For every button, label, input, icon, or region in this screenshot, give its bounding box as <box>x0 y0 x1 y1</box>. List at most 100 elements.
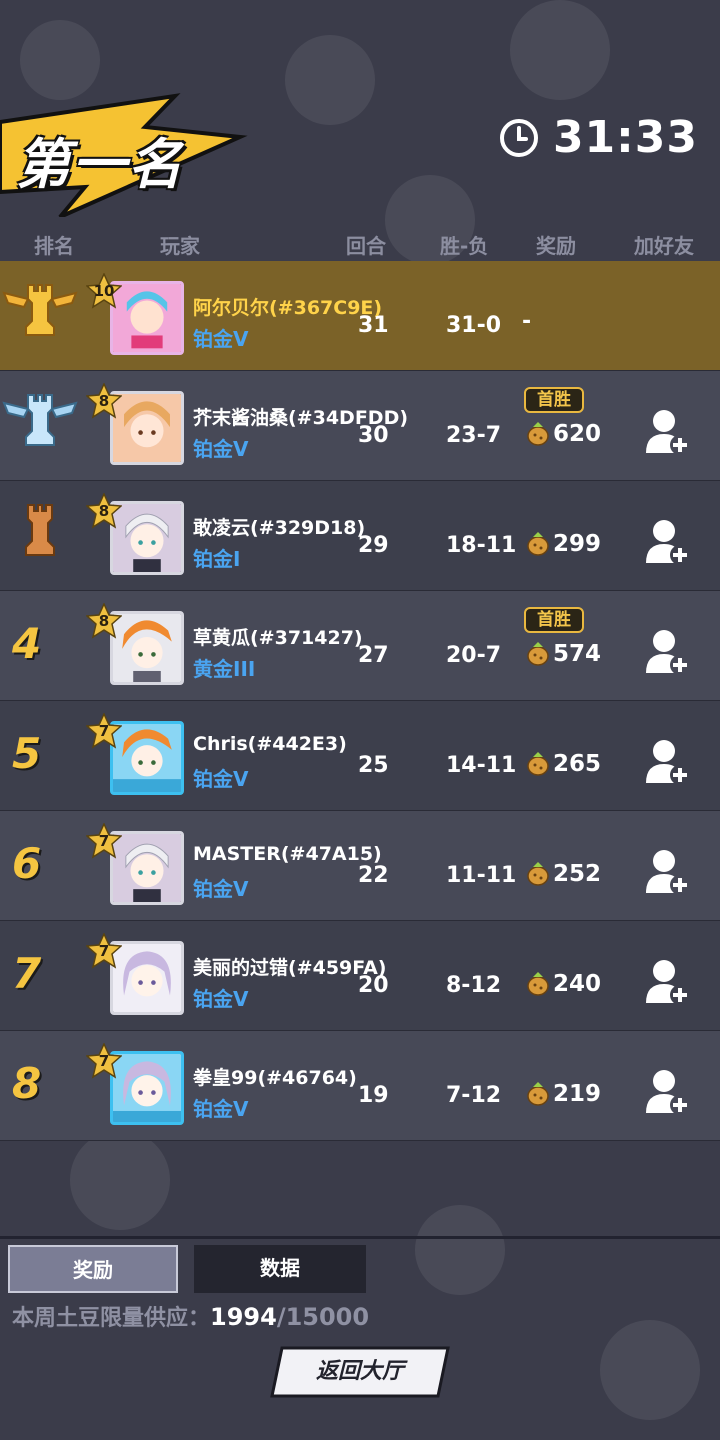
supply-current: 1994 <box>210 1303 277 1331</box>
level-badge: 7 <box>85 932 123 969</box>
col-rank: 排名 <box>34 234 74 258</box>
potato-coin-icon <box>527 862 549 886</box>
rounds-value: 27 <box>358 643 389 668</box>
add-friend-icon[interactable] <box>644 737 692 787</box>
col-winloss: 胜-负 <box>440 234 489 258</box>
leaderboard-list: 10 阿尔贝尔(#367C9E) 铂金V 31 31-0 - 8 芥末酱油桑(#… <box>0 261 720 1141</box>
placement-title: 第一名 <box>16 133 184 196</box>
add-friend-icon[interactable] <box>644 1067 692 1117</box>
table-row[interactable]: 10 阿尔贝尔(#367C9E) 铂金V 31 31-0 - <box>0 261 720 371</box>
col-reward: 奖励 <box>536 234 576 258</box>
reward: 252 <box>525 861 601 887</box>
potato-coin-icon <box>527 422 549 446</box>
rank-number: 5 <box>12 729 42 778</box>
col-rounds: 回合 <box>346 234 386 258</box>
tab-data[interactable]: 数据 <box>194 1245 366 1293</box>
player-tier: 铂金V <box>193 437 249 461</box>
rounds-value: 25 <box>358 753 389 778</box>
rounds-value: 19 <box>358 1083 389 1108</box>
player-tier: 铂金V <box>193 877 249 901</box>
table-row[interactable]: 8 敢凌云(#329D18) 铂金I 29 18-11 299 <box>0 481 720 591</box>
table-row[interactable]: 5 7 Chris(#442E3) 铂金V 25 14-11 265 <box>0 701 720 811</box>
timer: 31:33 <box>499 112 698 163</box>
silver-rook-icon <box>2 394 78 446</box>
potato-coin-icon <box>527 532 549 556</box>
rank-number: 4 <box>12 619 42 668</box>
level-badge: 10 <box>85 272 123 309</box>
reward: 574 <box>525 641 601 667</box>
reward-value: - <box>522 309 532 334</box>
player-tier: 铂金V <box>193 767 249 791</box>
reward-value: 252 <box>553 861 602 887</box>
rounds-value: 29 <box>358 533 389 558</box>
winloss-value: 18-11 <box>446 533 517 558</box>
level-badge: 7 <box>85 1042 123 1079</box>
winloss-value: 8-12 <box>446 973 502 998</box>
table-row[interactable]: 8 芥末酱油桑(#34DFDD) 铂金V 30 23-7 首胜 620 <box>0 371 720 481</box>
bronze-rook-icon <box>25 504 55 556</box>
player-tier: 铂金V <box>193 327 249 351</box>
rounds-value: 20 <box>358 973 389 998</box>
reward-value: 219 <box>553 1081 602 1107</box>
player-name[interactable]: 草黄瓜(#371427) <box>193 623 363 650</box>
winloss-value: 20-7 <box>446 643 502 668</box>
weekly-supply: 本周土豆限量供应：1994/15000 <box>12 1300 369 1332</box>
add-friend-icon[interactable] <box>644 847 692 897</box>
tab-reward[interactable]: 奖励 <box>8 1245 178 1293</box>
supply-total: /15000 <box>276 1303 370 1331</box>
level-badge: 8 <box>85 382 123 419</box>
rounds-value: 22 <box>358 863 389 888</box>
timer-text: 31:33 <box>552 112 698 163</box>
rank-number: 8 <box>12 1059 42 1108</box>
reward: 620 <box>525 421 601 447</box>
winloss-value: 7-12 <box>446 1083 502 1108</box>
player-name[interactable]: 敢凌云(#329D18) <box>193 513 365 540</box>
rounds-value: 31 <box>358 313 389 338</box>
table-row[interactable]: 6 7 MASTER(#47A15) 铂金V 22 11-11 252 <box>0 811 720 921</box>
reward-value: 620 <box>553 421 602 447</box>
add-friend-icon[interactable] <box>644 957 692 1007</box>
player-name[interactable]: 拳皇99(#46764) <box>193 1063 357 1090</box>
player-name[interactable]: MASTER(#47A15) <box>193 843 382 865</box>
add-friend-icon[interactable] <box>644 407 692 457</box>
potato-coin-icon <box>527 752 549 776</box>
gold-rook-icon <box>2 284 78 336</box>
first-win-badge: 首胜 <box>524 387 584 413</box>
level-badge: 7 <box>85 712 123 749</box>
bottom-tabs: 奖励 数据 <box>0 1236 720 1295</box>
clock-icon <box>499 118 538 157</box>
level-badge: 8 <box>85 492 123 529</box>
col-add-friend: 加好友 <box>634 234 694 258</box>
rank-number: 7 <box>12 949 42 998</box>
first-win-badge: 首胜 <box>524 607 584 633</box>
add-friend-icon[interactable] <box>644 517 692 567</box>
reward: 299 <box>525 531 601 557</box>
table-row[interactable]: 4 8 草黄瓜(#371427) 黄金III 27 20-7 首胜 574 <box>0 591 720 701</box>
player-name[interactable]: 阿尔贝尔(#367C9E) <box>193 293 382 320</box>
table-row[interactable]: 8 7 拳皇99(#46764) 铂金V 19 7-12 219 <box>0 1031 720 1141</box>
reward-value: 240 <box>553 971 602 997</box>
winloss-value: 31-0 <box>446 313 502 338</box>
player-tier: 铂金V <box>193 987 249 1011</box>
winloss-value: 14-11 <box>446 753 517 778</box>
reward-value: 299 <box>553 531 602 557</box>
player-tier: 铂金V <box>193 1097 249 1121</box>
level-badge: 8 <box>85 602 123 639</box>
return-lobby-button[interactable]: 返回大厅 <box>270 1346 450 1398</box>
player-tier: 黄金III <box>193 657 256 681</box>
add-friend-icon[interactable] <box>644 627 692 677</box>
potato-coin-icon <box>527 972 549 996</box>
column-headers: 排名 玩家 回合 胜-负 奖励 加好友 <box>0 230 720 258</box>
reward-value: 265 <box>553 751 602 777</box>
player-name[interactable]: Chris(#442E3) <box>193 733 347 755</box>
col-player: 玩家 <box>160 234 200 258</box>
return-lobby-label: 返回大厅 <box>315 1359 404 1384</box>
reward: 240 <box>525 971 601 997</box>
reward: 219 <box>525 1081 601 1107</box>
player-tier: 铂金I <box>193 547 241 571</box>
table-row[interactable]: 7 7 美丽的过错(#459FA) 铂金V 20 8-12 240 <box>0 921 720 1031</box>
rank-number: 6 <box>12 839 42 888</box>
rounds-value: 30 <box>358 423 389 448</box>
potato-coin-icon <box>527 642 549 666</box>
potato-coin-icon <box>527 1082 549 1106</box>
